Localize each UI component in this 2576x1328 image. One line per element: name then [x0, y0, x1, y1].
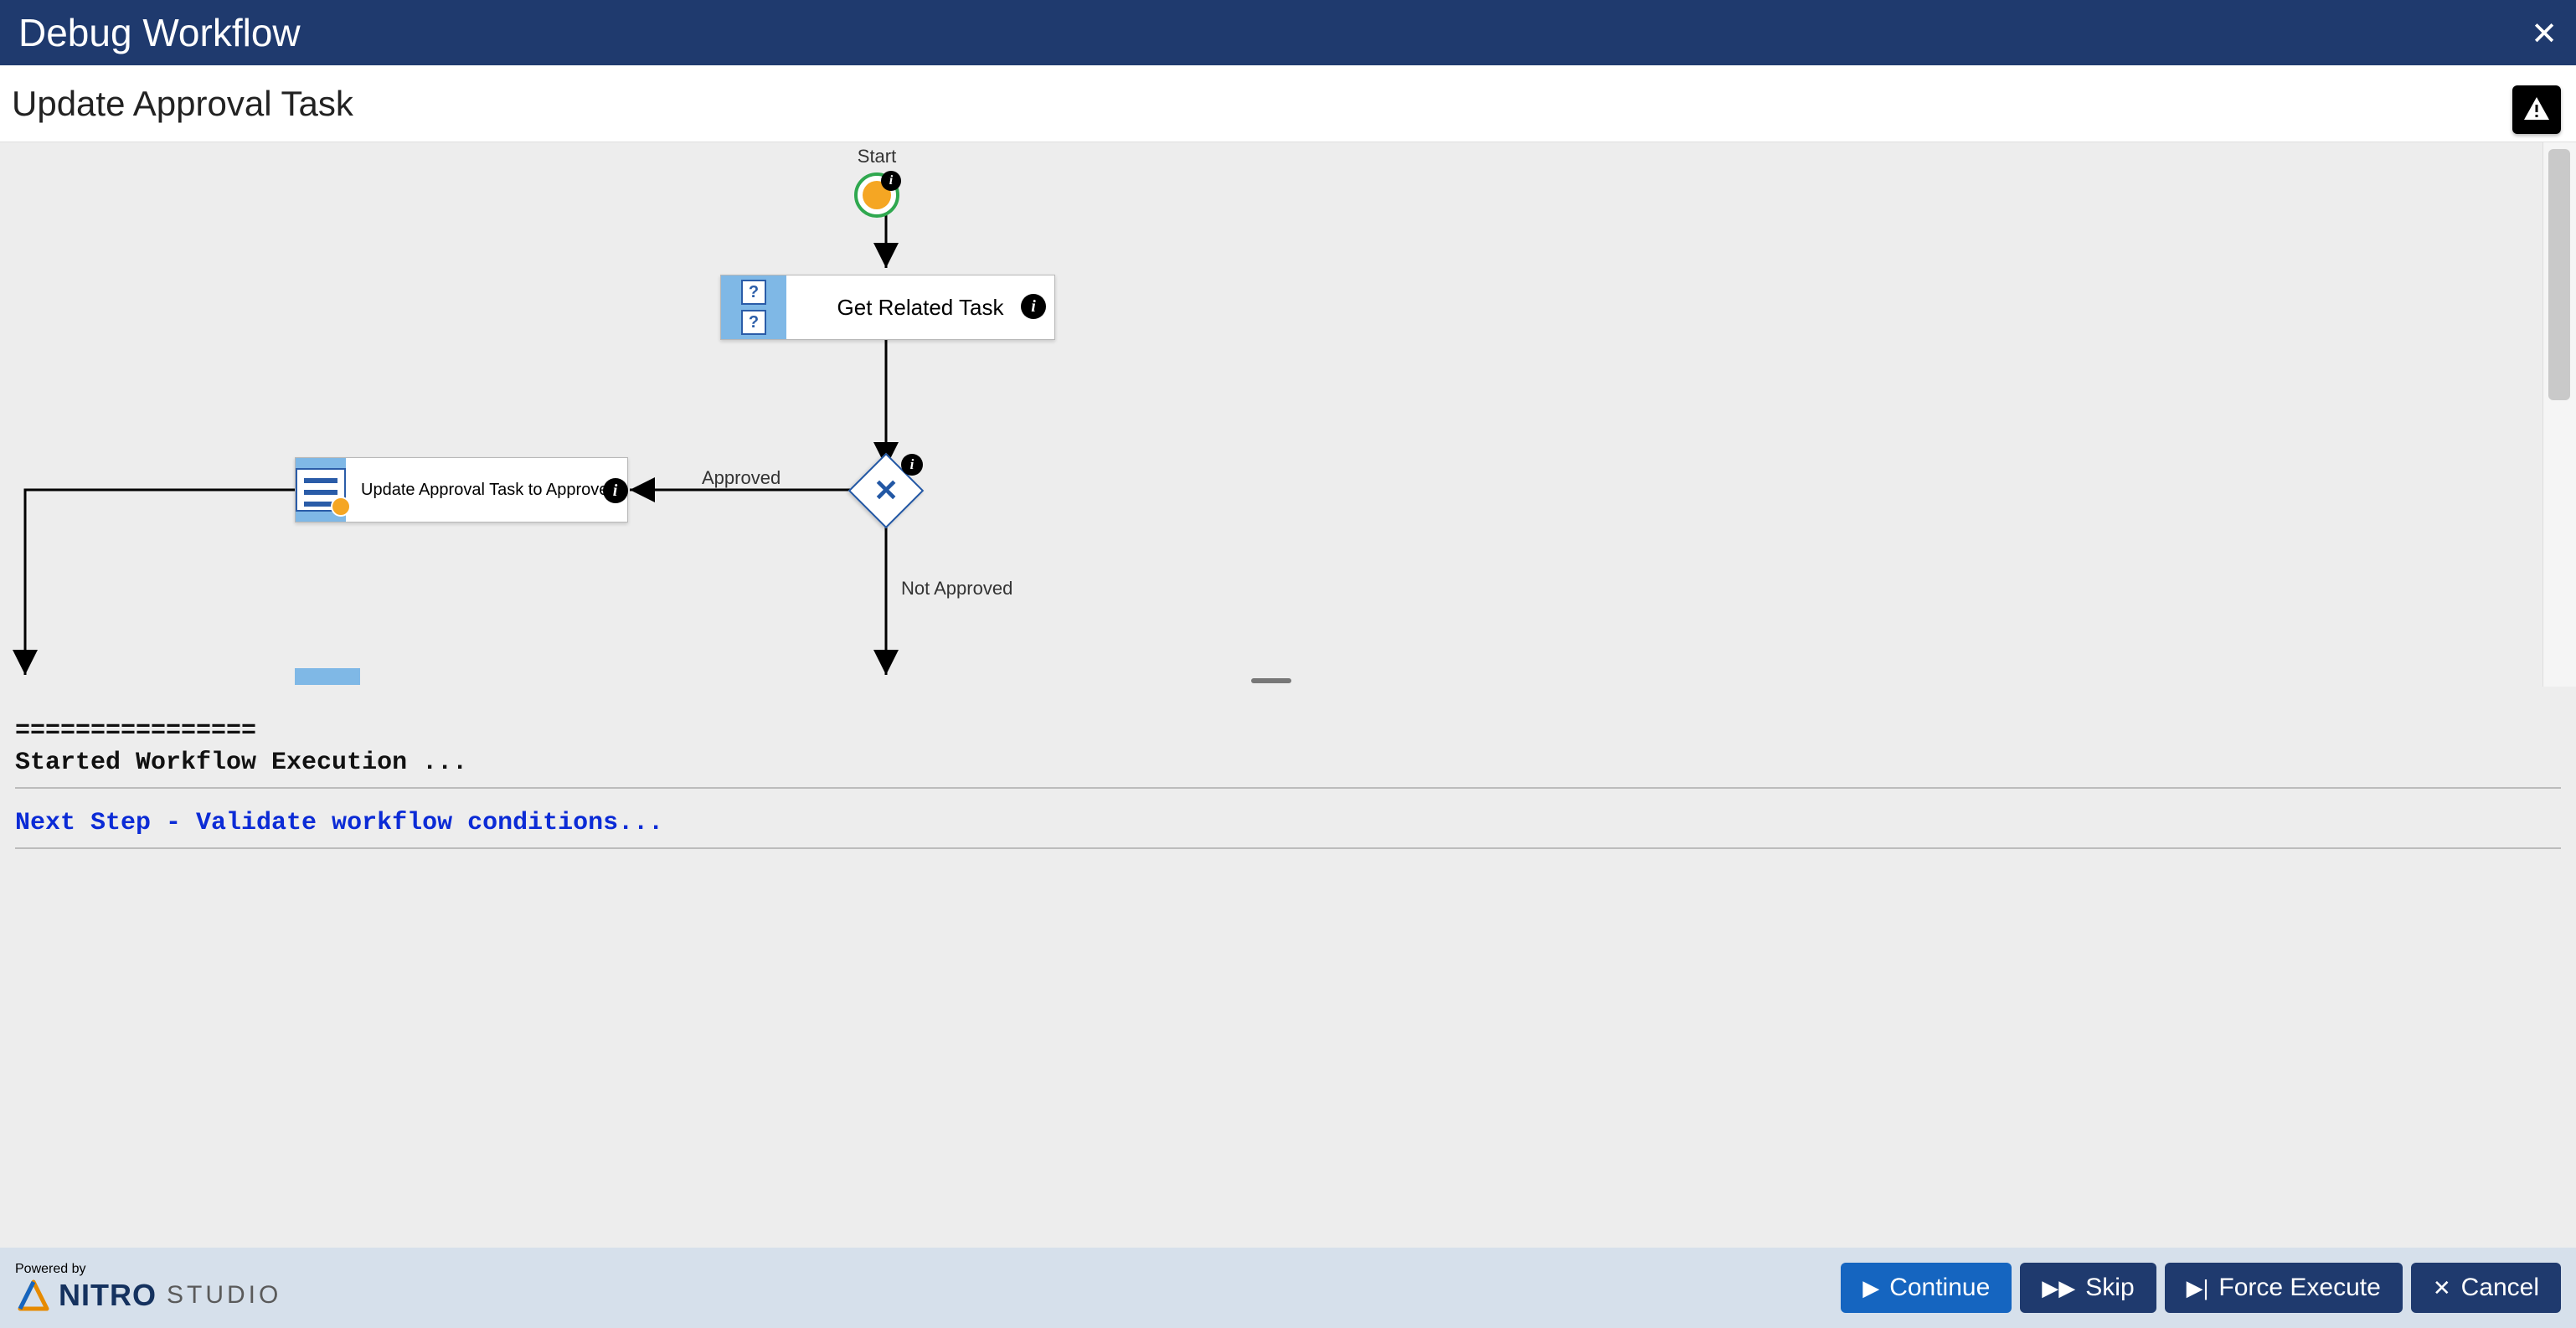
node-icon-column: ? ? — [721, 275, 786, 339]
node-icon-column — [296, 458, 346, 522]
node-update-approval-task[interactable]: Update Approval Task to Approved i — [295, 457, 628, 522]
warning-badge[interactable] — [2512, 85, 2561, 134]
cancel-button[interactable]: ✕ Cancel — [2411, 1263, 2561, 1313]
log-next-step: Next Step - Validate workflow conditions… — [15, 807, 2561, 839]
brand-name-light: STUDIO — [167, 1281, 281, 1310]
start-node[interactable]: Start i — [854, 146, 899, 218]
powered-by-label: Powered by — [15, 1262, 281, 1277]
footer: Powered by NITRO STUDIO ▶ Continue ▶▶ Sk… — [0, 1248, 2576, 1328]
node-get-related-task[interactable]: ? ? Get Related Task i — [720, 275, 1055, 340]
skip-to-end-icon: ▶| — [2187, 1277, 2209, 1299]
canvas-scrollbar[interactable] — [2543, 142, 2576, 687]
workflow-canvas[interactable]: Start i ? ? Get Related Task i ✕ — [0, 142, 2576, 687]
start-label: Start — [854, 146, 899, 167]
button-label: Force Execute — [2218, 1274, 2380, 1302]
info-icon[interactable]: i — [1021, 294, 1046, 319]
edge-label-approved: Approved — [702, 467, 781, 489]
fast-forward-icon: ▶▶ — [2042, 1277, 2075, 1299]
subheader: Update Approval Task — [0, 65, 2576, 142]
log-divider: ================ — [15, 715, 2561, 747]
decision-node[interactable]: ✕ i — [859, 464, 913, 517]
node-label: Get Related Task — [837, 295, 1004, 321]
info-icon[interactable]: i — [901, 454, 923, 476]
skip-button[interactable]: ▶▶ Skip — [2020, 1263, 2156, 1313]
app-title: Debug Workflow — [18, 10, 301, 55]
button-label: Cancel — [2461, 1274, 2539, 1302]
warning-icon — [2522, 95, 2552, 125]
list-update-icon — [296, 468, 346, 512]
button-label: Skip — [2085, 1274, 2134, 1302]
execution-log: ================ Started Workflow Execut… — [0, 687, 2576, 1248]
start-circle-icon: i — [854, 172, 899, 218]
brand-name-bold: NITRO — [59, 1278, 157, 1313]
brand: Powered by NITRO STUDIO — [15, 1262, 281, 1314]
query-icon: ? — [741, 280, 766, 305]
node-label: Update Approval Task to Approved — [361, 481, 618, 500]
workflow-name: Update Approval Task — [12, 84, 353, 124]
edge-label-not-approved: Not Approved — [901, 578, 1012, 600]
log-separator — [15, 787, 2561, 789]
close-icon: ✕ — [2433, 1277, 2451, 1299]
scrollbar-thumb[interactable] — [2548, 149, 2570, 400]
query-icon: ? — [741, 310, 766, 335]
resize-grip-icon[interactable] — [1251, 678, 1291, 683]
workflow-connectors — [0, 142, 2543, 687]
play-icon: ▶ — [1862, 1277, 1879, 1299]
info-icon[interactable]: i — [881, 171, 901, 191]
continue-button[interactable]: ▶ Continue — [1841, 1263, 2012, 1313]
button-label: Continue — [1889, 1274, 1990, 1302]
close-icon[interactable]: ✕ — [2531, 15, 2558, 53]
info-icon[interactable]: i — [603, 478, 628, 503]
titlebar: Debug Workflow ✕ — [0, 0, 2576, 65]
log-line: Started Workflow Execution ... — [15, 747, 2561, 779]
node-partial — [295, 668, 360, 685]
log-separator — [15, 847, 2561, 849]
brand-mark-icon — [15, 1277, 52, 1314]
force-execute-button[interactable]: ▶| Force Execute — [2165, 1263, 2403, 1313]
